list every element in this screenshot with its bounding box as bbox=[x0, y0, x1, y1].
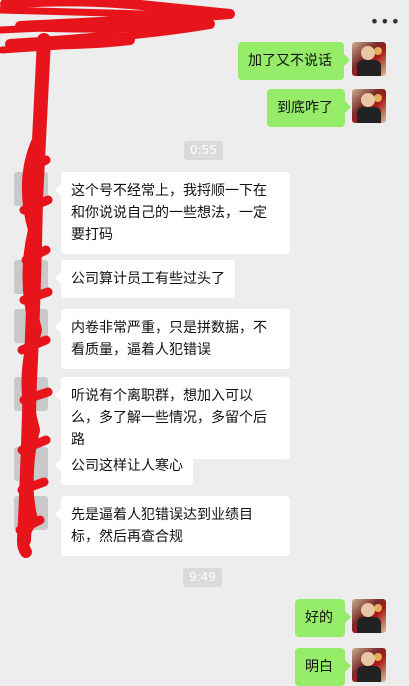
avatar[interactable] bbox=[14, 260, 48, 294]
avatar[interactable] bbox=[14, 172, 48, 206]
avatar[interactable] bbox=[14, 377, 48, 411]
avatar[interactable] bbox=[352, 42, 386, 76]
message-bubble-incoming[interactable]: 先是逼着人犯错误达到业绩目标，然后再查合规 bbox=[55, 496, 290, 556]
message-bubble-outgoing[interactable]: 加了又不说话 bbox=[238, 42, 350, 80]
message-bubble-outgoing[interactable]: 明白 bbox=[295, 648, 351, 686]
avatar[interactable] bbox=[352, 648, 386, 682]
message-bubble-outgoing[interactable]: 到底咋了 bbox=[267, 89, 351, 127]
avatar[interactable] bbox=[352, 599, 386, 633]
avatar[interactable] bbox=[14, 309, 48, 343]
avatar[interactable] bbox=[14, 447, 48, 481]
avatar[interactable] bbox=[14, 496, 48, 530]
timestamp: 0:55 bbox=[184, 141, 223, 160]
message-bubble-incoming[interactable]: 公司算计员工有些过头了 bbox=[55, 260, 235, 298]
message-bubble-incoming[interactable]: 这个号不经常上，我捋顺一下在和你说说自己的一些想法，一定要打码 bbox=[55, 172, 290, 254]
message-bubble-incoming[interactable]: 内卷非常严重，只是拼数据，不看质量，逼着人犯错误 bbox=[55, 309, 290, 369]
avatar[interactable] bbox=[352, 89, 386, 123]
timestamp: 9:49 bbox=[183, 568, 222, 587]
message-bubble-incoming[interactable]: 公司这样让人寒心 bbox=[55, 447, 193, 485]
message-bubble-outgoing[interactable]: 好的 bbox=[295, 599, 351, 637]
chat-header: ••• bbox=[0, 0, 409, 40]
more-dots-icon[interactable]: ••• bbox=[370, 14, 401, 30]
